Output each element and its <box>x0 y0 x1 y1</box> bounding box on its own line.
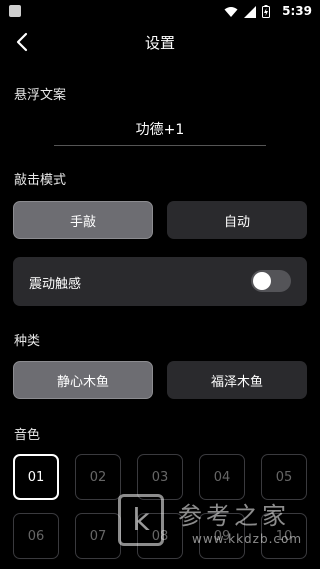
cellular-signal-icon <box>244 5 256 18</box>
tone-label: 音色 <box>14 428 41 443</box>
tone-option[interactable]: 02 <box>75 454 121 500</box>
tap-mode-label: 敲击模式 <box>14 173 67 188</box>
status-icons <box>224 5 270 18</box>
wifi-icon <box>224 6 238 17</box>
status-time: 5:39 <box>282 4 312 18</box>
tone-option[interactable]: 05 <box>261 454 307 500</box>
header: 设置 <box>0 24 320 60</box>
kind-label: 种类 <box>14 334 41 349</box>
kind-jingxin-button[interactable]: 静心木鱼 <box>13 361 153 399</box>
tone-grid: 01 02 03 04 05 06 07 08 09 10 <box>13 454 307 569</box>
notification-app-icon <box>9 5 21 17</box>
float-text-input[interactable]: 功德+1 <box>54 120 266 146</box>
tone-option[interactable]: 07 <box>75 513 121 559</box>
battery-charging-icon <box>262 5 270 18</box>
tone-option[interactable]: 04 <box>199 454 245 500</box>
tone-option[interactable]: 03 <box>137 454 183 500</box>
page-title: 设置 <box>144 34 175 52</box>
status-bar: 5:39 <box>0 0 320 24</box>
tone-option[interactable]: 09 <box>199 513 245 559</box>
tone-option[interactable]: 08 <box>137 513 183 559</box>
toggle-knob <box>253 272 271 290</box>
tap-mode-auto-button[interactable]: 自动 <box>167 201 307 239</box>
tone-option[interactable]: 10 <box>261 513 307 559</box>
kind-fuze-button[interactable]: 福泽木鱼 <box>167 361 307 399</box>
tone-option[interactable]: 06 <box>13 513 59 559</box>
float-text-label: 悬浮文案 <box>14 88 67 103</box>
tap-mode-manual-button[interactable]: 手敲 <box>13 201 153 239</box>
vibration-label: 震动触感 <box>29 277 82 292</box>
vibration-toggle[interactable] <box>251 270 291 292</box>
vibration-row: 震动触感 <box>13 257 307 306</box>
tone-option[interactable]: 01 <box>13 454 59 500</box>
